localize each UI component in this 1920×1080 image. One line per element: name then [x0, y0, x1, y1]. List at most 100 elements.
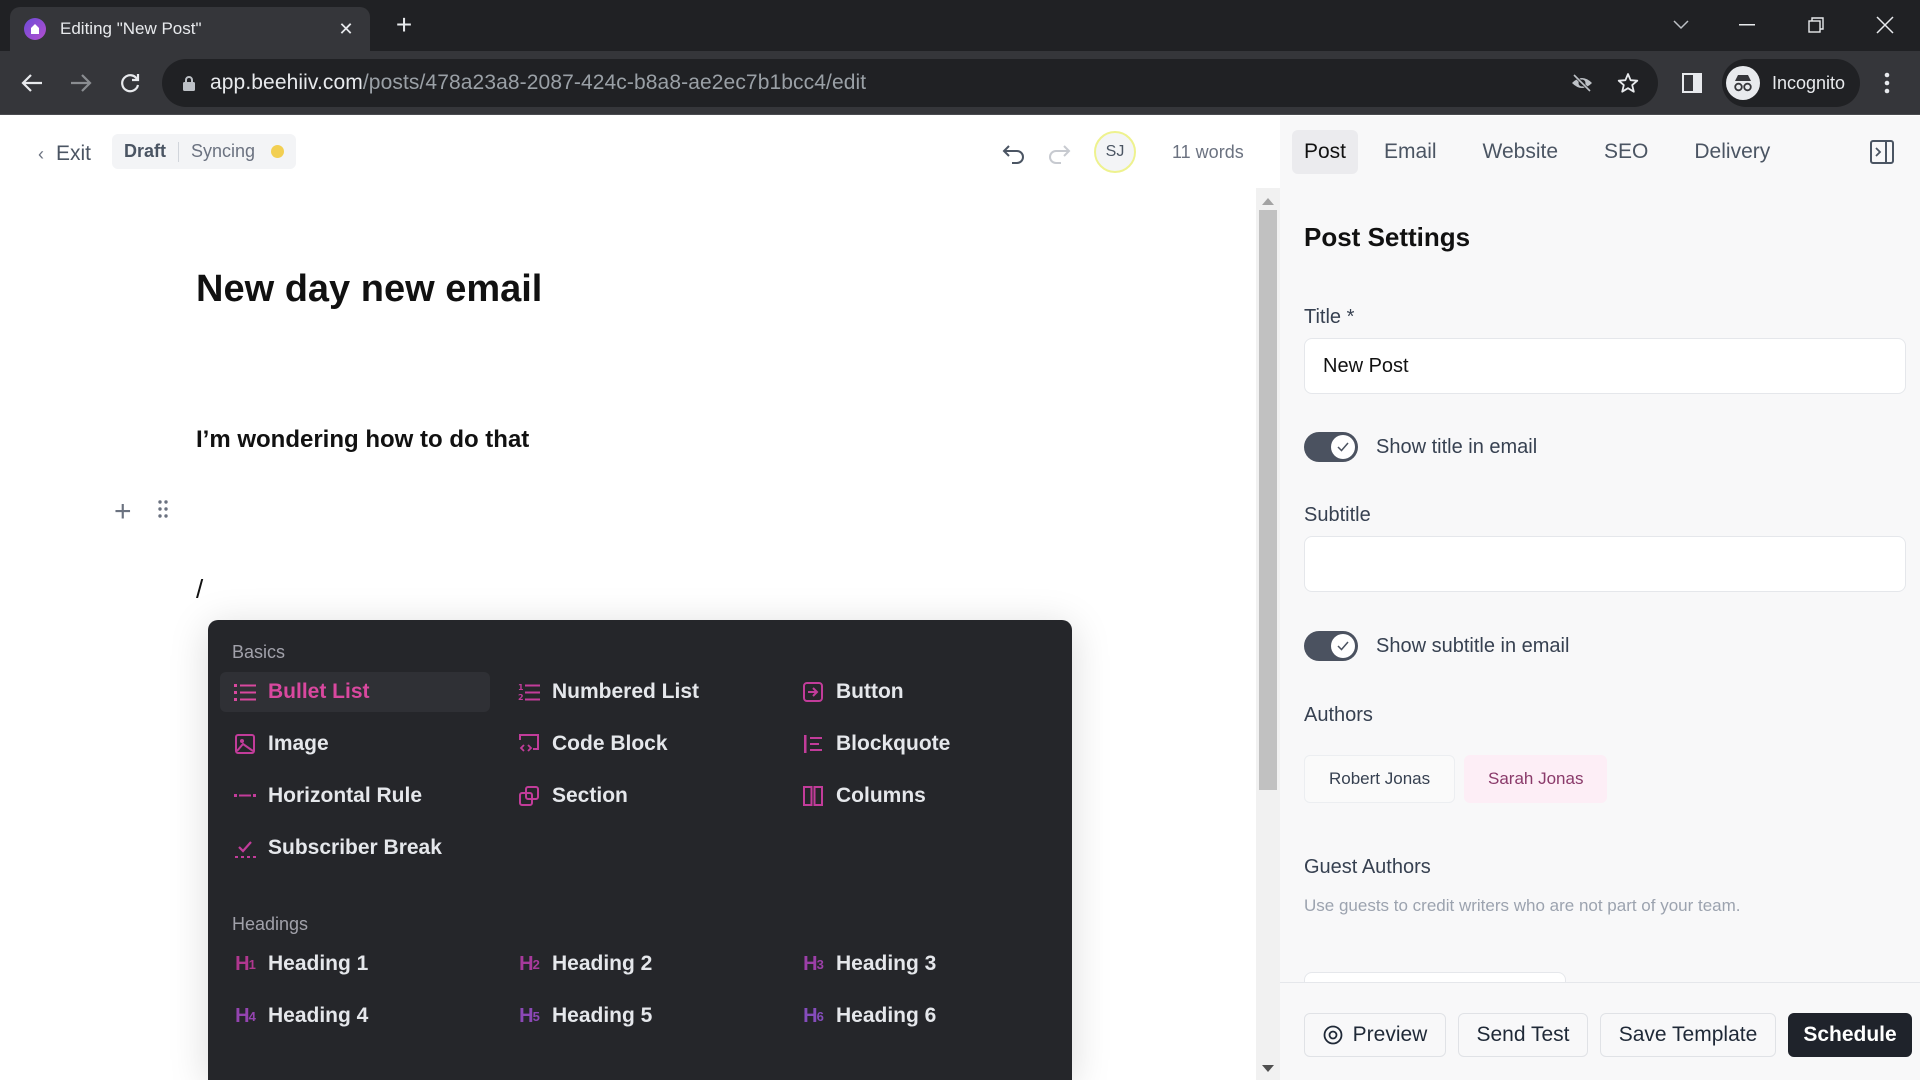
back-icon[interactable] [18, 69, 46, 97]
show-title-toggle[interactable] [1304, 432, 1358, 462]
tab-seo[interactable]: SEO [1592, 130, 1660, 174]
browser-menu-kebab-icon[interactable] [1873, 69, 1901, 97]
exit-label: Exit [56, 142, 92, 165]
horizontal-rule-icon [232, 783, 258, 809]
menu-item-heading-4[interactable]: H4 Heading 4 [220, 996, 490, 1036]
minimize-icon[interactable] [1732, 10, 1762, 40]
menu-item-subscriber-break[interactable]: Subscriber Break [220, 828, 490, 868]
redo-icon[interactable] [1045, 140, 1073, 168]
document-title[interactable]: New day new email [196, 268, 542, 311]
heading-5-icon: H5 [519, 1004, 540, 1027]
editor-scrollbar[interactable] [1256, 188, 1280, 1080]
tab-delivery[interactable]: Delivery [1682, 130, 1782, 174]
browser-tab-strip: Editing "New Post" ✕ + [0, 0, 1920, 51]
restore-icon[interactable] [1801, 10, 1831, 40]
menu-item-numbered-list[interactable]: 12 Numbered List [504, 672, 774, 712]
incognito-profile-button[interactable]: Incognito [1722, 59, 1860, 107]
menu-item-blockquote[interactable]: Blockquote [788, 724, 1058, 764]
show-subtitle-toggle[interactable] [1304, 631, 1358, 661]
guest-authors-hint: Use guests to credit writers who are not… [1304, 896, 1741, 915]
sidebar-footer: Preview Send Test Save Template Schedule [1280, 982, 1920, 1080]
post-settings-panel: Post Settings Title * Show title in emai… [1280, 188, 1920, 982]
menu-item-columns[interactable]: Columns [788, 776, 1058, 816]
scroll-up-arrow-icon[interactable] [1262, 198, 1274, 205]
exit-button[interactable]: ‹ Exit [38, 142, 91, 166]
scroll-down-arrow-icon[interactable] [1262, 1065, 1274, 1072]
tab-post[interactable]: Post [1292, 130, 1359, 174]
settings-tabs: Post Email Website SEO Delivery [1280, 130, 1920, 174]
subscriber-break-icon [232, 835, 258, 861]
chevron-left-icon: ‹ [38, 143, 44, 164]
address-bar-row: app.beehiiv.com/posts/478a23a8-2087-424c… [0, 51, 1920, 115]
incognito-icon [1726, 66, 1760, 100]
menu-item-heading-3[interactable]: H3 Heading 3 [788, 944, 1058, 984]
eye-icon [1323, 1025, 1343, 1045]
menu-item-button[interactable]: Button [788, 672, 1058, 712]
menu-section-headings: Headings [232, 914, 309, 934]
author-chip-selected[interactable]: Sarah Jonas [1464, 755, 1608, 803]
drag-handle-icon[interactable] [158, 500, 168, 518]
collaborator-avatar[interactable]: SJ [1094, 131, 1136, 173]
reload-icon[interactable] [116, 69, 144, 97]
guest-author-input[interactable] [1304, 972, 1566, 982]
menu-item-heading-2[interactable]: H2 Heading 2 [504, 944, 774, 984]
heading-4-icon: H4 [235, 1004, 256, 1027]
menu-item-heading-6[interactable]: H6 Heading 6 [788, 996, 1058, 1036]
send-test-button[interactable]: Send Test [1458, 1013, 1588, 1057]
post-editor-app: ‹ Exit Draft Syncing SJ 11 words New day… [0, 116, 1920, 1080]
subtitle-label: Subtitle [1304, 504, 1371, 526]
tab-search-chevron-icon[interactable] [1666, 10, 1696, 40]
check-icon [1331, 634, 1355, 658]
forward-icon[interactable] [67, 69, 95, 97]
numbered-list-icon: 12 [516, 679, 542, 705]
subtitle-input[interactable] [1304, 536, 1906, 592]
scrollbar-thumb[interactable] [1259, 210, 1277, 790]
heading-2-icon: H2 [519, 952, 540, 975]
bookmark-star-icon[interactable] [1616, 71, 1640, 95]
menu-section-basics: Basics [232, 642, 286, 662]
add-block-plus-icon[interactable]: + [114, 497, 132, 527]
beehiiv-favicon-icon [24, 18, 46, 40]
heading-3-icon: H3 [803, 952, 824, 975]
document-paragraph[interactable]: I’m wondering how to do that [196, 426, 529, 454]
show-title-toggle-row[interactable]: Show title in email [1304, 432, 1537, 462]
authors-label: Authors [1304, 704, 1373, 726]
tab-close-icon[interactable]: ✕ [336, 19, 356, 40]
tab-title: Editing "New Post" [60, 19, 202, 38]
slash-command-text[interactable]: / [196, 574, 203, 605]
draft-status: Draft [124, 141, 167, 161]
title-input[interactable] [1304, 338, 1906, 394]
menu-item-section[interactable]: Section [504, 776, 774, 816]
browser-tab[interactable]: Editing "New Post" ✕ [10, 7, 370, 51]
button-icon [800, 679, 826, 705]
settings-sidebar: Post Email Website SEO Delivery Post Set… [1280, 116, 1920, 1080]
menu-item-image[interactable]: Image [220, 724, 490, 764]
url-omnibox[interactable]: app.beehiiv.com/posts/478a23a8-2087-424c… [162, 59, 1658, 107]
menu-item-code-block[interactable]: Code Block [504, 724, 774, 764]
menu-item-bullet-list[interactable]: Bullet List [220, 672, 490, 712]
title-label: Title * [1304, 306, 1355, 328]
sync-status: Syncing [191, 141, 256, 161]
new-tab-button[interactable]: + [390, 11, 418, 40]
collapse-sidebar-icon[interactable] [1870, 140, 1894, 164]
undo-icon[interactable] [1000, 140, 1028, 168]
author-chip[interactable]: Robert Jonas [1304, 755, 1456, 803]
blockquote-icon [800, 731, 826, 757]
menu-item-heading-1[interactable]: H1 Heading 1 [220, 944, 490, 984]
tab-website[interactable]: Website [1471, 130, 1570, 174]
tab-email[interactable]: Email [1372, 130, 1449, 174]
columns-icon [800, 783, 826, 809]
url-text: app.beehiiv.com/posts/478a23a8-2087-424c… [210, 71, 867, 94]
close-window-icon[interactable] [1870, 10, 1900, 40]
side-panel-icon[interactable] [1678, 69, 1706, 97]
sync-indicator-dot [271, 145, 285, 158]
menu-item-horizontal-rule[interactable]: Horizontal Rule [220, 776, 490, 816]
menu-item-heading-5[interactable]: H5 Heading 5 [504, 996, 774, 1036]
show-subtitle-toggle-row[interactable]: Show subtitle in email [1304, 631, 1569, 661]
schedule-button[interactable]: Schedule [1788, 1013, 1912, 1057]
incognito-label: Incognito [1772, 72, 1846, 93]
slash-command-menu: Basics Bullet List Image Horizontal Rule [208, 620, 1072, 1080]
save-template-button[interactable]: Save Template [1600, 1013, 1776, 1057]
tracking-blocked-eye-icon[interactable] [1570, 71, 1594, 95]
preview-button[interactable]: Preview [1304, 1013, 1446, 1057]
